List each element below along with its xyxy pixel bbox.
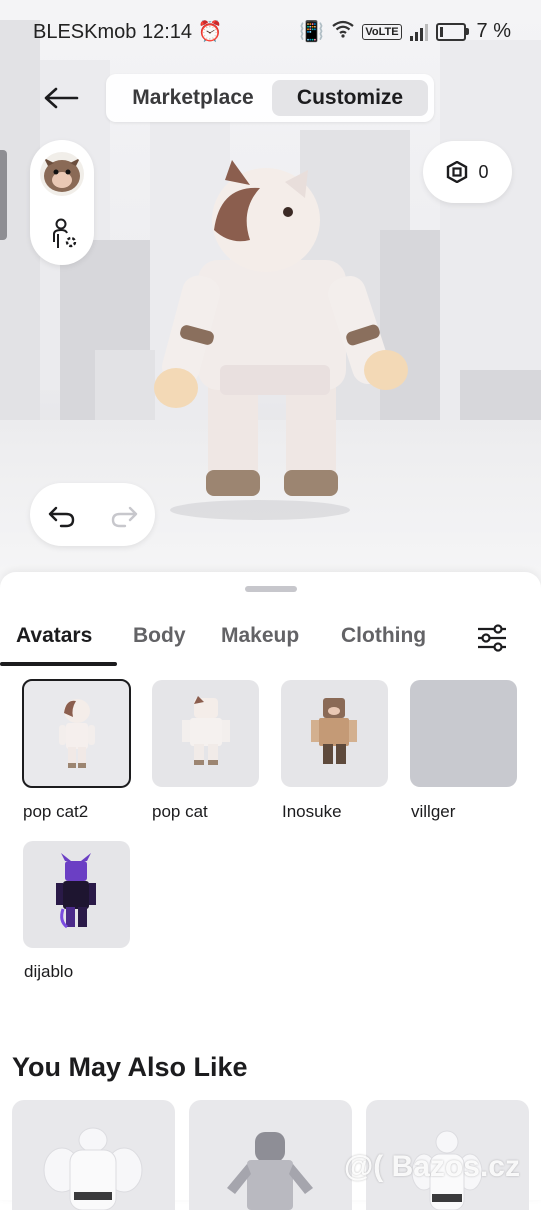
item-thumbnail	[43, 1127, 143, 1210]
avatar-name: pop cat2	[23, 802, 89, 821]
tab-avatars[interactable]: Avatars	[16, 624, 92, 648]
carrier-name: BLESKmob	[33, 21, 137, 43]
mode-tabs: Marketplace Customize	[106, 74, 434, 122]
tab-clothing[interactable]: Clothing	[341, 624, 426, 648]
recommended-item[interactable]	[189, 1100, 352, 1210]
robux-count: 0	[478, 161, 489, 182]
wifi-icon	[332, 20, 355, 44]
avatar-thumbnail	[311, 698, 357, 764]
avatar-tools-pill	[30, 140, 94, 265]
avatar-name: pop cat	[152, 802, 208, 821]
alarm-icon: ⏰	[197, 21, 223, 43]
arrow-left-icon	[44, 87, 79, 109]
customize-sheet: Avatars Body Makeup Clothing pop cat2 po…	[0, 572, 541, 1210]
tab-makeup[interactable]: Makeup	[221, 624, 299, 648]
avatar-name: villger	[411, 802, 456, 821]
robux-icon	[447, 161, 468, 183]
avatar-thumbnail	[59, 699, 95, 768]
tab-customize[interactable]: Customize	[272, 80, 428, 116]
volte-badge: VoLTE	[362, 23, 402, 40]
recommended-item[interactable]	[12, 1100, 175, 1210]
sheet-grabber[interactable]	[245, 586, 297, 592]
robux-balance-button[interactable]: 0	[423, 141, 512, 203]
undo-icon[interactable]	[46, 499, 78, 531]
background-building	[440, 40, 541, 420]
recommendations-title: You May Also Like	[12, 1052, 248, 1082]
tab-marketplace[interactable]: Marketplace	[114, 80, 272, 116]
avatar-tile-pop-cat2[interactable]	[22, 679, 131, 788]
avatar-thumbnail	[182, 696, 230, 765]
vibrate-icon: 📳	[299, 21, 325, 43]
avatar-name: Inosuke	[282, 802, 342, 821]
back-button[interactable]	[36, 78, 86, 118]
avatar-thumbnail	[56, 853, 96, 929]
avatar-tile-villger[interactable]	[410, 680, 517, 787]
avatar-headshot[interactable]	[40, 152, 84, 196]
redo-icon[interactable]	[108, 499, 140, 531]
status-bar: BLESKmob 12:14 ⏰ 📳 VoLTE 7 %	[0, 0, 541, 64]
watermark: @( Bazos.cz	[344, 1150, 520, 1183]
avatar-tile-dijablo[interactable]	[23, 841, 130, 948]
avatar-tile-inosuke[interactable]	[281, 680, 388, 787]
clock: 12:14	[141, 21, 193, 43]
filter-sliders-icon[interactable]	[474, 620, 510, 656]
body-settings-icon[interactable]	[50, 218, 78, 250]
active-tab-indicator	[0, 662, 117, 666]
category-tabs: Avatars Body Makeup Clothing	[0, 612, 541, 666]
status-left: BLESKmob 12:14 ⏰	[33, 19, 222, 44]
signal-icon	[409, 23, 428, 41]
avatar-name: dijablo	[24, 962, 74, 981]
item-thumbnail	[227, 1132, 313, 1210]
tab-body[interactable]: Body	[133, 624, 186, 648]
battery-icon	[435, 22, 469, 41]
battery-percent: 7 %	[476, 20, 511, 42]
status-right: 📳 VoLTE 7 %	[299, 19, 511, 44]
side-panel-handle[interactable]	[0, 150, 7, 240]
undo-redo-pill	[30, 483, 155, 546]
avatar-tile-pop-cat[interactable]	[152, 680, 259, 787]
avatar-figure	[154, 160, 408, 520]
